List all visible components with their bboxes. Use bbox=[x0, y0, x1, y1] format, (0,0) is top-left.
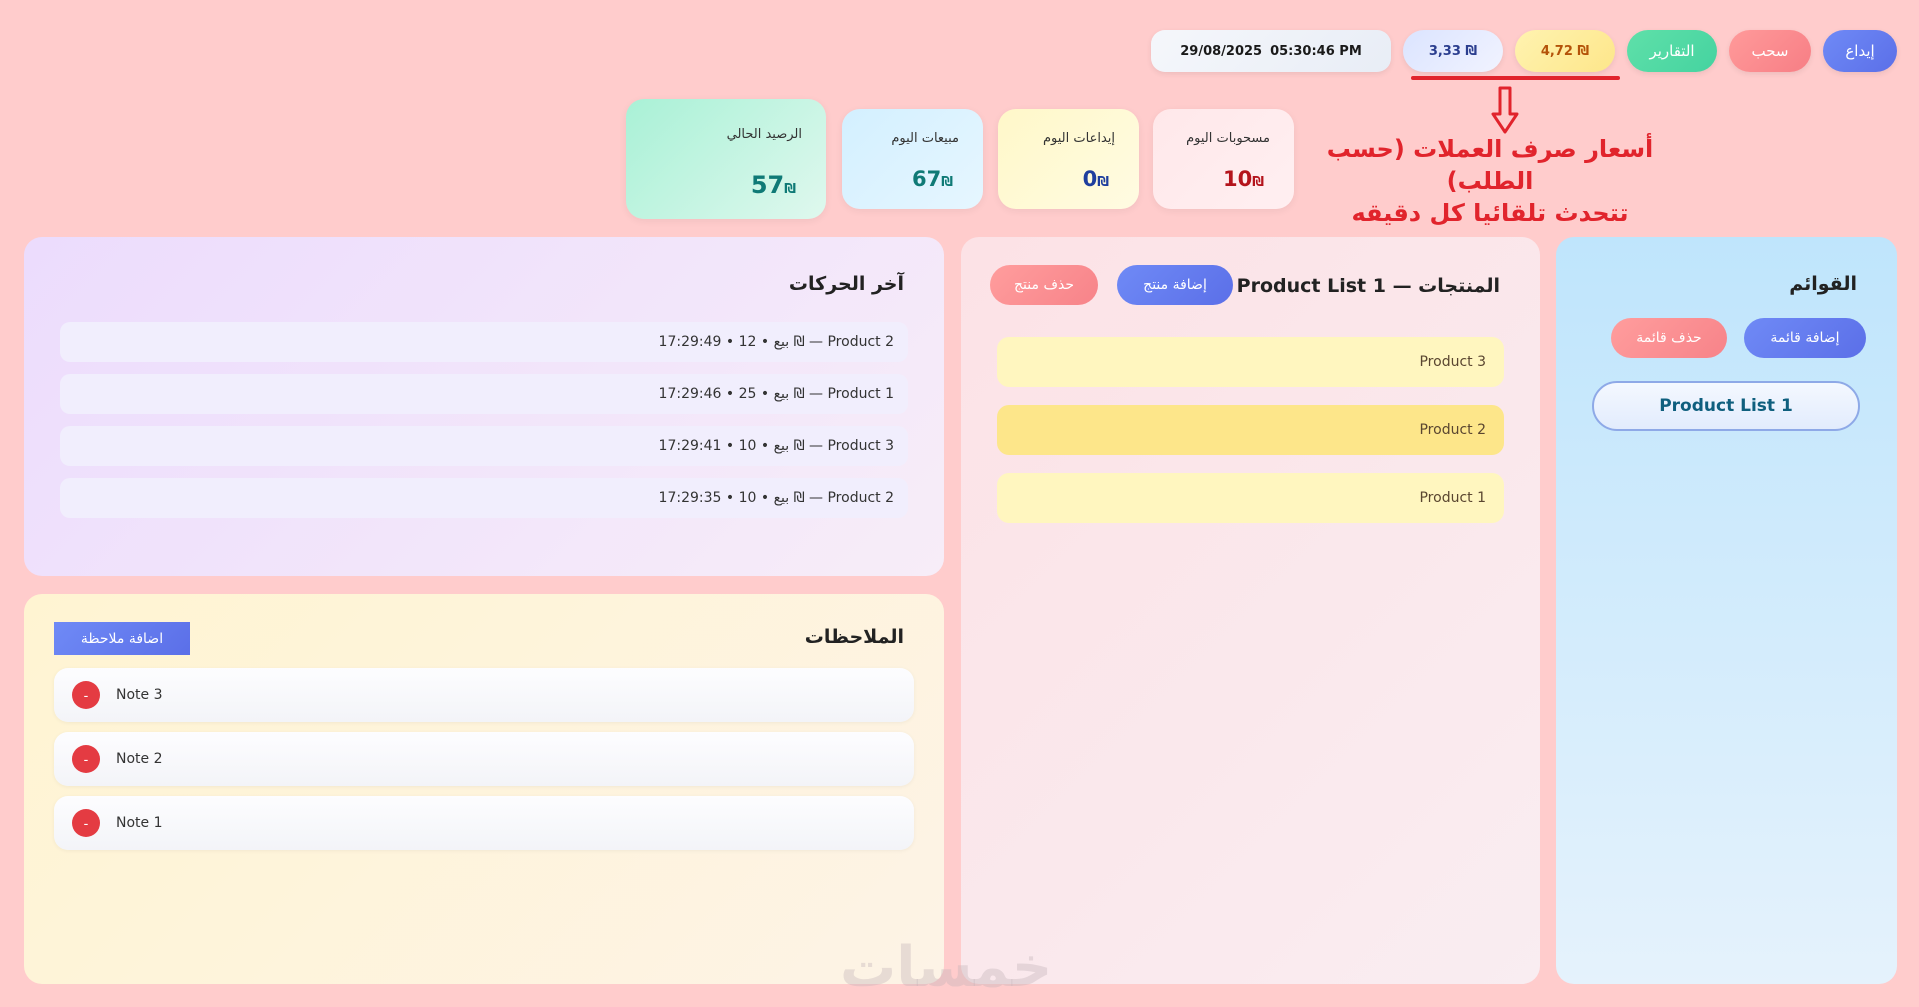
product-item[interactable]: Product 1 bbox=[997, 473, 1504, 523]
delete-note-button[interactable]: - bbox=[72, 809, 100, 837]
reports-button[interactable]: التقارير bbox=[1627, 30, 1717, 72]
currency-symbol: ₪ bbox=[1097, 175, 1109, 190]
stat-label: الرصيد الحالي bbox=[726, 127, 802, 142]
annotation-line: تتحدث تلقائيا كل دقيقه bbox=[1351, 199, 1629, 227]
stat-deposits-card: إيداعات اليوم 0₪ bbox=[998, 109, 1139, 209]
stat-label: مسحوبات اليوم bbox=[1186, 131, 1270, 146]
add-list-button[interactable]: إضافة قائمة bbox=[1744, 318, 1866, 358]
product-item[interactable]: Product 3 bbox=[997, 337, 1504, 387]
date-text: 29/08/2025 bbox=[1180, 43, 1263, 59]
lists-title: القوائم bbox=[1789, 273, 1857, 295]
delete-list-button[interactable]: حذف قائمة bbox=[1611, 318, 1727, 358]
note-item: - Note 1 bbox=[54, 796, 914, 850]
transactions-title: آخر الحركات bbox=[788, 273, 904, 295]
currency-rate-badge: 3,33 ₪ bbox=[1403, 30, 1503, 72]
deposit-button[interactable]: إيداع bbox=[1823, 30, 1897, 72]
currency-symbol: ₪ bbox=[941, 175, 953, 190]
lists-panel: القوائم إضافة قائمة حذف قائمة Product Li… bbox=[1556, 237, 1897, 984]
notes-panel: الملاحظات اضافة ملاحظة - Note 3 - Note 2… bbox=[24, 594, 944, 984]
arrow-down-icon bbox=[1491, 86, 1519, 134]
note-text: Note 1 bbox=[116, 815, 163, 831]
list-item[interactable]: Product List 1 bbox=[1592, 381, 1860, 431]
product-item[interactable]: Product 2 bbox=[997, 405, 1504, 455]
delete-product-button[interactable]: حذف منتج bbox=[990, 265, 1098, 305]
time-text: 05:30:46 PM bbox=[1270, 43, 1362, 59]
transaction-row: 17:29:35 • بيع • 10 ₪ — Product 2 bbox=[60, 478, 908, 518]
stat-label: مبيعات اليوم bbox=[891, 131, 959, 146]
currency-rate-badge: 4,72 ₪ bbox=[1515, 30, 1615, 72]
transaction-row: 17:29:46 • بيع • 25 ₪ — Product 1 bbox=[60, 374, 908, 414]
currency-symbol: ₪ bbox=[1252, 175, 1264, 190]
stat-value: 0₪ bbox=[1082, 167, 1109, 191]
stat-sales-card: مبيعات اليوم 67₪ bbox=[842, 109, 983, 209]
watermark: خمسات bbox=[840, 935, 1053, 1000]
stat-balance-card: الرصيد الحالي 57₪ bbox=[626, 99, 826, 219]
stat-value: 10₪ bbox=[1223, 167, 1264, 191]
transaction-row: 17:29:49 • بيع • 12 ₪ — Product 2 bbox=[60, 322, 908, 362]
stat-withdrawals-card: مسحوبات اليوم 10₪ bbox=[1153, 109, 1294, 209]
note-item: - Note 2 bbox=[54, 732, 914, 786]
recent-transactions-panel: آخر الحركات 17:29:49 • بيع • 12 ₪ — Prod… bbox=[24, 237, 944, 576]
products-panel: المنتجات — Product List 1 إضافة منتج حذف… bbox=[961, 237, 1540, 984]
currency-symbol: ₪ bbox=[784, 182, 796, 197]
note-item: - Note 3 bbox=[54, 668, 914, 722]
add-product-button[interactable]: إضافة منتج bbox=[1117, 265, 1233, 305]
datetime-display: 29/08/2025 05:30:46 PM bbox=[1151, 30, 1391, 72]
notes-title: الملاحظات bbox=[804, 626, 904, 648]
stat-label: إيداعات اليوم bbox=[1042, 131, 1115, 146]
annotation-underline bbox=[1411, 76, 1620, 80]
delete-note-button[interactable]: - bbox=[72, 745, 100, 773]
top-bar: إيداع سحب التقارير 4,72 ₪ 3,33 ₪ 29/08/2… bbox=[1151, 30, 1897, 72]
withdraw-button[interactable]: سحب bbox=[1729, 30, 1811, 72]
stat-value: 67₪ bbox=[912, 167, 953, 191]
transaction-row: 17:29:41 • بيع • 10 ₪ — Product 3 bbox=[60, 426, 908, 466]
products-title: المنتجات — Product List 1 bbox=[1236, 275, 1500, 297]
note-text: Note 2 bbox=[116, 751, 163, 767]
delete-note-button[interactable]: - bbox=[72, 681, 100, 709]
add-note-button[interactable]: اضافة ملاحظة bbox=[54, 622, 190, 655]
stat-value: 57₪ bbox=[750, 171, 796, 199]
annotation-line: أسعار صرف العملات (حسب الطلب) bbox=[1326, 135, 1654, 195]
annotation-note: أسعار صرف العملات (حسب الطلب) تتحدث تلقا… bbox=[1300, 133, 1680, 229]
note-text: Note 3 bbox=[116, 687, 163, 703]
